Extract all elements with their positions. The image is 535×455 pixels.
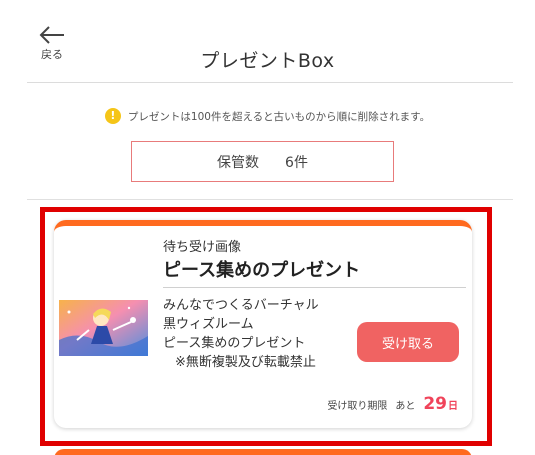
header: 戻る プレゼントBox [0, 0, 535, 82]
section-divider [27, 199, 513, 200]
header-divider [27, 82, 513, 83]
notice-text: プレゼントは100件を超えると古いものから順に削除されます。 [127, 110, 431, 123]
next-present-card [54, 449, 472, 455]
notice: ! プレゼントは100件を超えると古いものから順に削除されます。 [0, 108, 535, 124]
highlight-frame [40, 207, 492, 446]
arrow-left-icon [39, 26, 64, 44]
exclamation-warning-icon: ! [104, 108, 121, 124]
storage-count-label: 保管数 [217, 154, 260, 171]
storage-count-box: 保管数 6件 [131, 141, 394, 182]
present-box-page: 戻る プレゼントBox ! プレゼントは100件を超えると古いものから順に削除さ… [0, 0, 535, 455]
page-title: プレゼントBox [200, 50, 335, 72]
storage-count-value: 6件 [285, 154, 308, 171]
